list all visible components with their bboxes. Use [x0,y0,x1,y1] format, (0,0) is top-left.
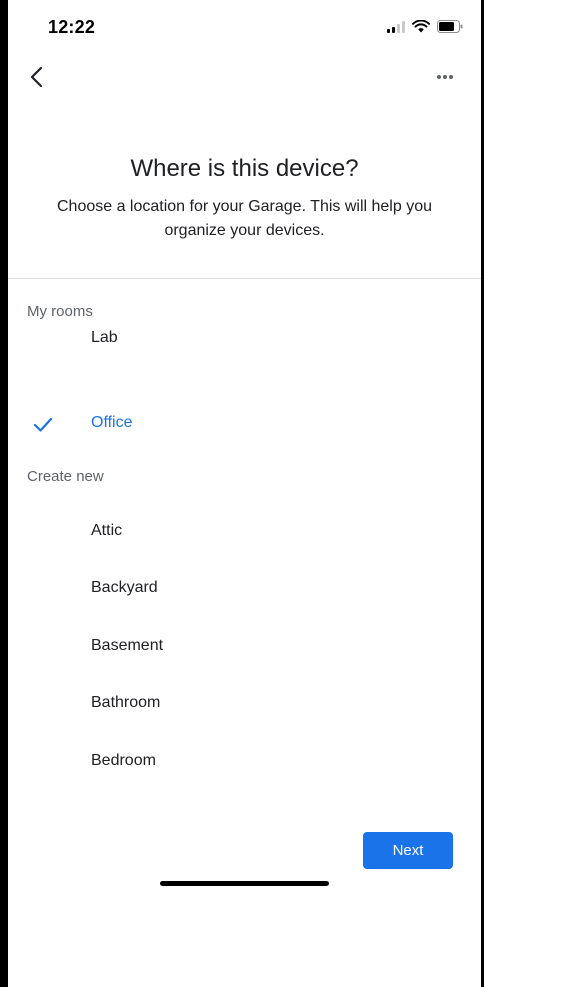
room-item-label: Backyard [91,579,158,596]
next-button[interactable]: Next [363,832,453,869]
room-item-label: Office [91,414,133,431]
header-divider [8,278,481,279]
room-item-bedroom[interactable]: Bedroom [8,738,481,786]
more-options-button[interactable] [430,65,460,89]
more-horiz-icon [437,75,453,79]
room-item-label: Attic [91,522,123,539]
page-subtitle: Choose a location for your Garage. This … [56,198,432,239]
status-bar: 12:22 [8,0,481,50]
room-item-label: Bathroom [91,694,161,711]
section-label-create-new: Create new [27,468,104,485]
battery-icon [437,20,463,33]
device-frame-left [0,0,8,987]
room-item-lab[interactable]: Lab [8,315,481,363]
outer-background [484,0,575,987]
checkmark-icon [33,417,53,432]
phone-screen: 12:22 Where is this device? Choose a loc… [8,0,481,987]
room-item-attic[interactable]: Attic [8,508,481,556]
room-item-bathroom[interactable]: Bathroom [8,680,481,728]
top-app-bar [8,55,481,99]
room-item-office[interactable]: Office [8,400,481,448]
chevron-left-icon [30,66,43,88]
page-title: Where is this device? [130,155,359,182]
room-item-label: Basement [91,637,164,654]
room-item-basement[interactable]: Basement [8,623,481,671]
room-item-backyard[interactable]: Backyard [8,565,481,613]
home-indicator [160,881,329,886]
wifi-icon [412,20,430,33]
status-time: 12:22 [48,17,96,37]
room-item-label: Bedroom [91,752,156,769]
room-item-label: Lab [91,329,118,346]
back-button[interactable] [24,61,52,93]
cellular-signal-icon [387,20,405,33]
status-icons [387,20,463,33]
